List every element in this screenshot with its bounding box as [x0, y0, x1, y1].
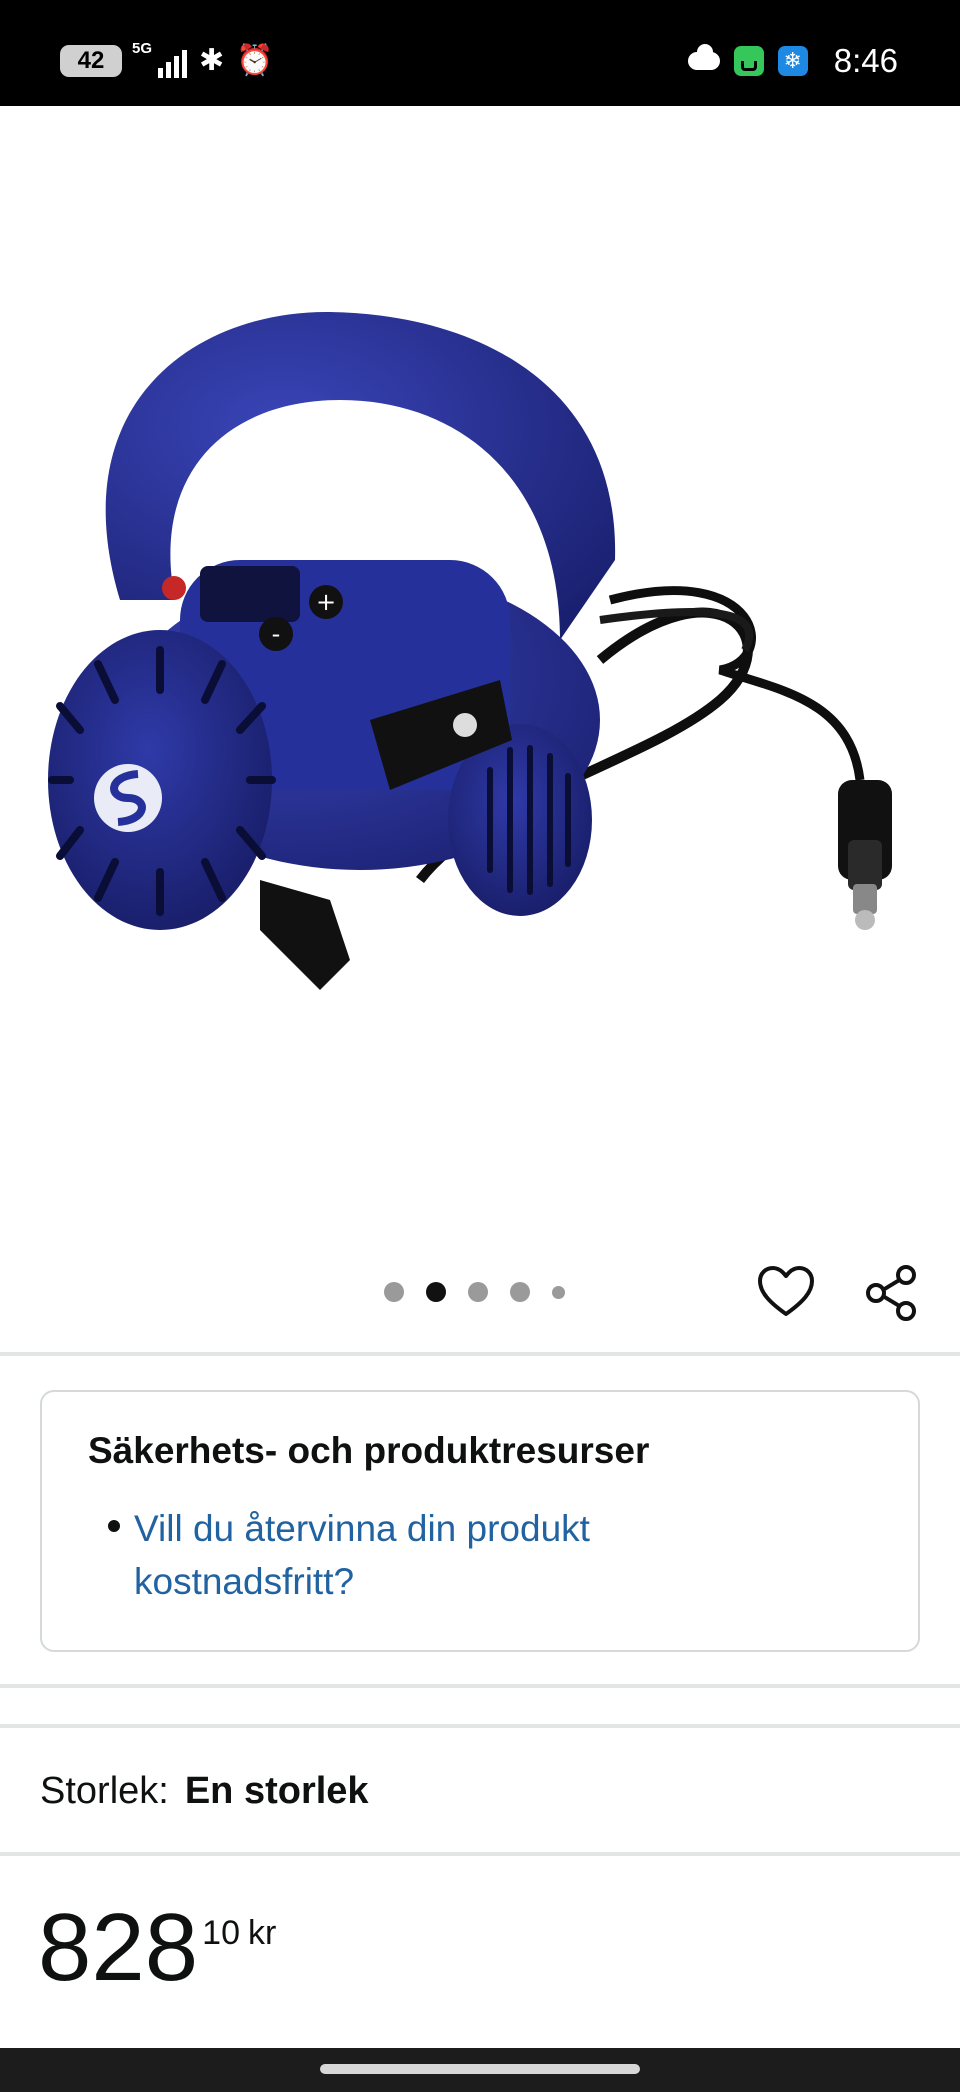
wishlist-heart-icon[interactable] — [755, 1262, 817, 1324]
status-bar: 42 5G ✱ ⏰ ❄ 8:46 — [0, 0, 960, 106]
section-divider — [0, 1724, 960, 1728]
snowflake-app-icon: ❄ — [777, 46, 808, 76]
section-divider — [0, 1852, 960, 1856]
section-divider — [0, 1352, 960, 1356]
price-fraction: 10 — [202, 1914, 240, 1952]
size-value: En storlek — [184, 1770, 369, 1812]
app-notification-icon — [733, 46, 764, 76]
section-divider — [0, 1684, 960, 1688]
pump-illustration: + - — [48, 311, 892, 990]
carousel-dot-active[interactable] — [426, 1282, 446, 1302]
battery-indicator: 42 — [60, 45, 122, 77]
carousel-dot[interactable] — [468, 1282, 488, 1302]
alarm-icon: ⏰ — [236, 43, 274, 78]
recycle-product-link[interactable]: Vill du återvinna din produkt kostnadsfr… — [134, 1502, 754, 1608]
clock: 8:46 — [833, 42, 898, 79]
home-gesture-handle[interactable] — [320, 2064, 640, 2074]
svg-text:-: - — [272, 620, 281, 648]
bluetooth-icon: ✱ — [199, 43, 225, 78]
share-icon[interactable] — [861, 1262, 923, 1324]
price-currency: kr — [248, 1914, 277, 1952]
cloud-icon — [687, 44, 720, 70]
size-label: Storlek: — [40, 1770, 169, 1812]
price-whole: 828 — [38, 1894, 199, 2001]
signal-icon: 5G — [132, 40, 187, 78]
carousel-dot[interactable] — [510, 1282, 530, 1302]
carousel-dot[interactable] — [552, 1285, 565, 1299]
price: 828 10 kr — [38, 1900, 276, 1996]
carousel-dot[interactable] — [384, 1282, 404, 1302]
svg-text:+: + — [316, 588, 336, 616]
bullet — [108, 1520, 120, 1532]
safety-resources-card: Säkerhets- och produktresurser Vill du å… — [40, 1390, 920, 1652]
safety-resources-title: Säkerhets- och produktresurser — [88, 1430, 650, 1471]
image-carousel-dots[interactable] — [384, 1282, 565, 1302]
size-selector[interactable]: Storlek: En storlek — [40, 1770, 369, 1813]
product-image[interactable]: + - — [0, 106, 960, 1256]
